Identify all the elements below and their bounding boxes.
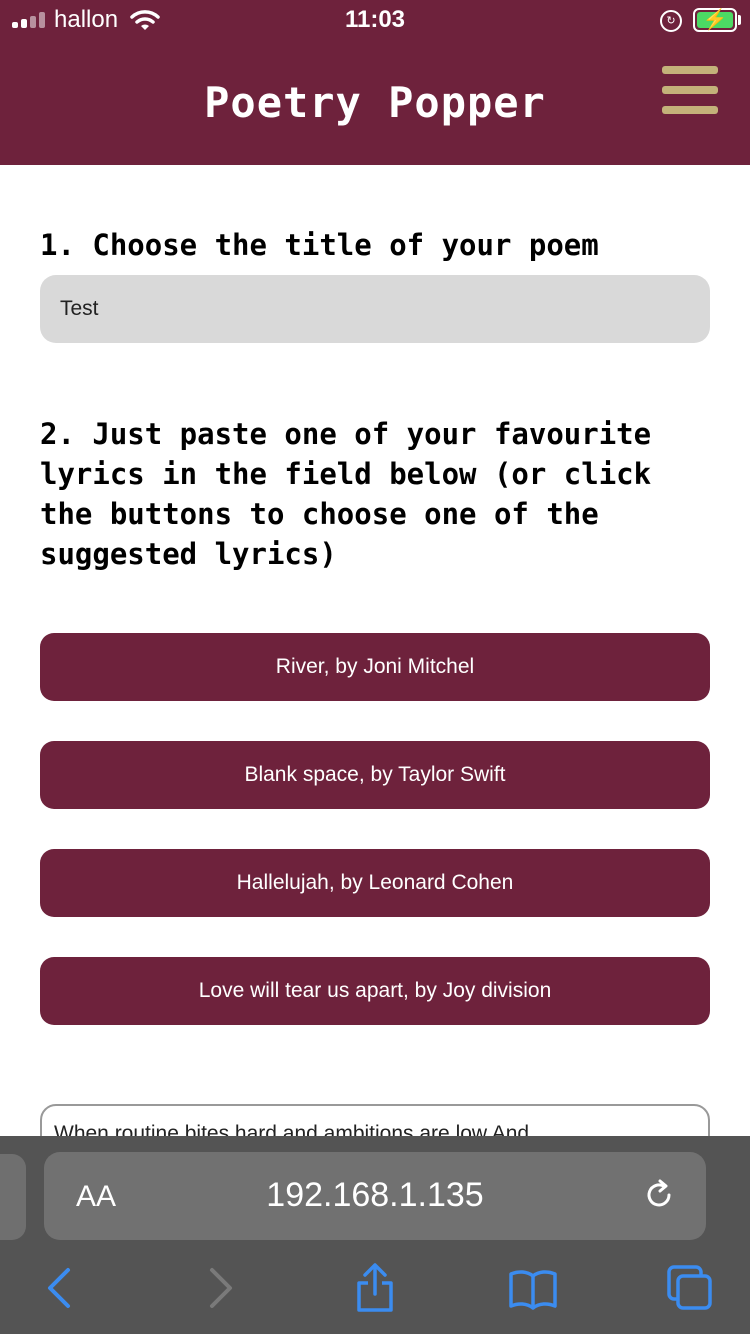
status-time: 11:03: [344, 6, 406, 33]
forward-icon[interactable]: [204, 1266, 238, 1310]
previous-tab-edge: [0, 1154, 26, 1240]
hamburger-menu-icon[interactable]: [662, 66, 718, 116]
battery-icon: ⚡: [693, 8, 737, 32]
bookmarks-icon[interactable]: [508, 1268, 558, 1310]
lyric-button-hallelujah[interactable]: Hallelujah, by Leonard Cohen: [40, 849, 710, 917]
lyric-button-river[interactable]: River, by Joni Mitchel: [40, 633, 710, 701]
step2-heading: 2. Just paste one of your favourite lyri…: [40, 417, 652, 571]
address-bar[interactable]: AA 192.168.1.135: [44, 1152, 706, 1240]
app-title: Poetry Popper: [204, 78, 546, 127]
app-header: Poetry Popper: [0, 40, 750, 165]
tabs-icon[interactable]: [666, 1264, 714, 1312]
back-icon[interactable]: [42, 1266, 76, 1310]
lyric-button-love-will-tear-us-apart[interactable]: Love will tear us apart, by Joy division: [40, 957, 710, 1025]
browser-toolbar: AA 192.168.1.135: [0, 1136, 750, 1334]
orientation-lock-icon: ↻: [660, 10, 682, 32]
url-text[interactable]: 192.168.1.135: [44, 1176, 706, 1215]
step1-heading: 1. Choose the title of your poem: [40, 228, 599, 262]
battery-cap: [738, 15, 741, 25]
poem-title-input[interactable]: Test: [40, 275, 710, 343]
reload-icon[interactable]: [642, 1178, 676, 1212]
status-bar: hallon 11:03 ↻ ⚡: [0, 0, 750, 40]
share-icon[interactable]: [354, 1262, 396, 1314]
lyric-button-blank-space[interactable]: Blank space, by Taylor Swift: [40, 741, 710, 809]
